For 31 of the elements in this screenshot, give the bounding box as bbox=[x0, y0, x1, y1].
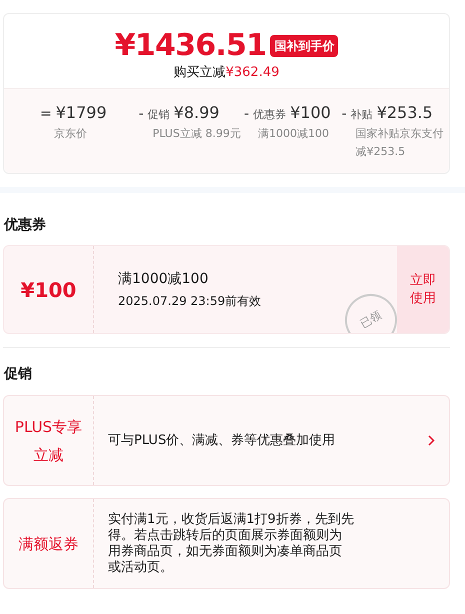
final-price: ¥1436.51 bbox=[114, 28, 266, 64]
breakdown-note: 京东价 bbox=[53, 126, 88, 142]
promo-tag: PLUS专享立减 bbox=[8, 412, 89, 468]
breakdown-note: 国家补贴京东支付减¥253.5 bbox=[354, 126, 445, 160]
saving-text: 购买立减¥362.49 bbox=[174, 64, 280, 82]
breakdown-amount: ¥253.5 bbox=[376, 102, 433, 124]
breakdown-label: 补贴 bbox=[350, 107, 373, 123]
breakdown-amount: ¥8.99 bbox=[174, 102, 220, 124]
breakdown-note: PLUS立减 8.99元 bbox=[152, 126, 242, 142]
coupon-condition: 满1000减100 bbox=[118, 270, 210, 289]
promo-card[interactable]: 满额返券 实付满1元，收货后返满1打9折券，先到先得。若点击跳转后的页面展示券面额则为用券商品页，如无券面额则为凑单商品页或活动页。 bbox=[3, 498, 450, 589]
operator-sign: - bbox=[138, 105, 144, 124]
promo-description: 实付满1元，收货后返满1打9折券，先到先得。若点击跳转后的页面展示券面额则为用券商品页，如无券面额则为凑单商品页或活动页。 bbox=[108, 512, 354, 576]
promo-tag: 满额返券 bbox=[18, 530, 78, 558]
breakdown-amount: ¥100 bbox=[290, 102, 331, 124]
breakdown-label: 优惠券 bbox=[253, 107, 286, 123]
section-title: 促销 bbox=[3, 365, 33, 384]
operator-sign: - bbox=[244, 105, 250, 124]
coupon-validity: 2025.07.29 23:59前有效 bbox=[118, 293, 262, 310]
coupon-value: ¥100 bbox=[20, 276, 76, 304]
section-title: 优惠券 bbox=[3, 216, 47, 235]
use-now-button[interactable]: 立即使用 bbox=[397, 246, 449, 333]
promo-description: 可与PLUS价、满减、券等优惠叠加使用 bbox=[108, 432, 336, 448]
breakdown-amount: ¥1799 bbox=[56, 102, 107, 124]
price-badge: 国补到手价 bbox=[270, 35, 338, 57]
breakdown-note: 满1000减100 bbox=[257, 126, 330, 142]
chevron-right-icon bbox=[428, 435, 435, 446]
promo-card[interactable]: PLUS专享立减 可与PLUS价、满减、券等优惠叠加使用 bbox=[3, 395, 450, 486]
operator-sign: = bbox=[40, 105, 52, 124]
operator-sign: - bbox=[342, 105, 347, 124]
breakdown-label: 促销 bbox=[148, 107, 170, 123]
